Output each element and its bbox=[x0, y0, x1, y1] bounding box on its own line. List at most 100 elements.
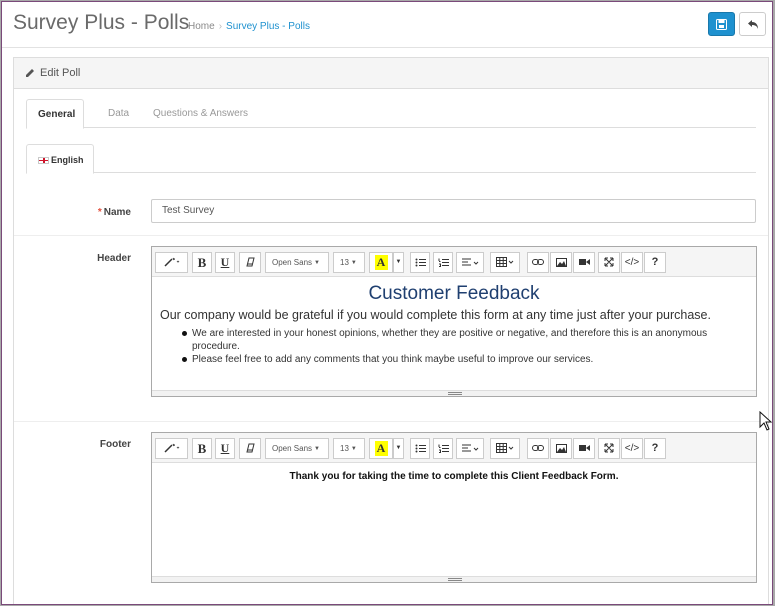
eraser-icon[interactable] bbox=[239, 438, 261, 459]
tab-questions-answers[interactable]: Questions & Answers bbox=[142, 99, 259, 128]
font-size-select[interactable]: 13 ▼ bbox=[333, 438, 365, 459]
image-icon[interactable] bbox=[550, 252, 572, 273]
bold-button[interactable]: B bbox=[192, 252, 212, 273]
breadcrumb-home[interactable]: Home bbox=[188, 21, 215, 32]
name-input[interactable]: Test Survey bbox=[151, 199, 756, 223]
font-family-value: Open Sans bbox=[272, 444, 313, 453]
font-family-value: Open Sans bbox=[272, 258, 313, 267]
footer-label: Footer bbox=[99, 439, 131, 450]
underline-button[interactable]: U bbox=[215, 438, 235, 459]
chevron-down-icon: ▼ bbox=[314, 446, 320, 452]
name-label-text: Name bbox=[103, 207, 131, 218]
chevron-down-icon: ▼ bbox=[314, 260, 320, 266]
app-window: Survey Plus - Polls Home › Survey Plus - P… bbox=[1, 1, 773, 605]
image-icon[interactable] bbox=[550, 438, 572, 459]
code-glyph: </> bbox=[624, 443, 640, 454]
tab-data[interactable]: Data bbox=[97, 99, 140, 128]
name-form-group: * Name Test Survey bbox=[14, 186, 768, 236]
editor-resize-handle[interactable] bbox=[152, 390, 756, 396]
chevron-down-icon: ▼ bbox=[350, 260, 357, 266]
highlight-icon: A bbox=[374, 255, 388, 270]
footer-editor-toolbar: B U Open Sans ▼ 13 ▼ A ▼ </> ? bbox=[152, 433, 756, 463]
paragraph-align-icon[interactable] bbox=[456, 438, 484, 459]
fullscreen-icon[interactable] bbox=[598, 438, 620, 459]
breadcrumb-separator: › bbox=[218, 21, 223, 32]
save-icon bbox=[716, 19, 727, 30]
flag-uk-icon bbox=[38, 157, 49, 164]
video-icon[interactable] bbox=[573, 438, 595, 459]
header-editor: B U Open Sans ▼ 13 ▼ A ▼ </> ? Customer … bbox=[151, 246, 757, 397]
help-button[interactable]: ? bbox=[644, 252, 666, 273]
font-family-select[interactable]: Open Sans ▼ bbox=[265, 252, 329, 273]
back-button[interactable] bbox=[739, 12, 766, 36]
chevron-down-icon: ▼ bbox=[395, 259, 402, 265]
eraser-icon[interactable] bbox=[239, 252, 261, 273]
footer-editor-content[interactable]: Thank you for taking the time to complet… bbox=[152, 471, 756, 584]
required-marker: * bbox=[97, 207, 102, 218]
pencil-icon bbox=[26, 69, 34, 77]
mouse-cursor-icon bbox=[759, 411, 772, 431]
header-content-list: We are interested in your honest opinion… bbox=[180, 327, 750, 366]
editor-resize-handle[interactable] bbox=[152, 576, 756, 582]
bold-glyph: B bbox=[197, 255, 207, 270]
help-button[interactable]: ? bbox=[644, 438, 666, 459]
code-view-icon[interactable]: </> bbox=[621, 438, 643, 459]
panel-title: Edit Poll bbox=[40, 67, 81, 79]
font-size-select[interactable]: 13 ▼ bbox=[333, 252, 365, 273]
chevron-down-icon: ▼ bbox=[350, 446, 357, 452]
link-icon[interactable] bbox=[527, 438, 549, 459]
name-label: * Name bbox=[98, 207, 131, 218]
bulleted-list-icon[interactable] bbox=[410, 438, 430, 459]
paragraph-align-icon[interactable] bbox=[456, 252, 484, 273]
link-icon[interactable] bbox=[527, 252, 549, 273]
magic-wand-icon[interactable] bbox=[155, 438, 188, 459]
font-size-value: 13 bbox=[340, 444, 349, 453]
header-form-group: Header B U Open Sans ▼ 13 ▼ A ▼ </> ? Cu… bbox=[14, 237, 768, 422]
header-label: Header bbox=[97, 253, 131, 264]
highlight-dropdown[interactable]: ▼ bbox=[393, 438, 404, 459]
footer-editor: B U Open Sans ▼ 13 ▼ A ▼ </> ? Thank you… bbox=[151, 432, 757, 583]
grip-icon bbox=[448, 392, 462, 395]
breadcrumb-current[interactable]: Survey Plus - Polls bbox=[226, 21, 310, 32]
list-item: Please feel free to add any comments tha… bbox=[180, 353, 750, 366]
header-content-title: Customer Feedback bbox=[368, 283, 540, 304]
language-tabs: English bbox=[26, 144, 756, 174]
underline-glyph: U bbox=[220, 441, 230, 455]
video-icon[interactable] bbox=[573, 252, 595, 273]
highlight-dropdown[interactable]: ▼ bbox=[393, 252, 404, 273]
numbered-list-icon[interactable] bbox=[433, 252, 453, 273]
code-view-icon[interactable]: </> bbox=[621, 252, 643, 273]
header-editor-toolbar: B U Open Sans ▼ 13 ▼ A ▼ </> ? bbox=[152, 247, 756, 277]
save-button[interactable] bbox=[708, 12, 735, 36]
chevron-down-icon: ▼ bbox=[395, 445, 402, 451]
underline-glyph: U bbox=[220, 255, 230, 269]
header-editor-content[interactable]: Customer Feedback Our company would be g… bbox=[152, 283, 756, 396]
bold-button[interactable]: B bbox=[192, 438, 212, 459]
bulleted-list-icon[interactable] bbox=[410, 252, 430, 273]
font-size-value: 13 bbox=[340, 258, 349, 267]
highlight-color-button[interactable]: A bbox=[369, 438, 393, 459]
panel-heading: Edit Poll bbox=[14, 58, 768, 89]
highlight-icon: A bbox=[374, 441, 388, 456]
footer-form-group: Footer B U Open Sans ▼ 13 ▼ A ▼ </> ? Th… bbox=[14, 423, 768, 604]
help-icon: ? bbox=[651, 256, 659, 268]
page-header: Survey Plus - Polls Home › Survey Plus - P… bbox=[2, 2, 772, 48]
header-content-paragraph: Our company would be grateful if you wou… bbox=[160, 308, 711, 322]
breadcrumb: Home › Survey Plus - Polls bbox=[188, 21, 310, 32]
code-glyph: </> bbox=[624, 257, 640, 268]
edit-poll-panel: Edit Poll General Data Questions & Answe… bbox=[13, 57, 769, 604]
fullscreen-icon[interactable] bbox=[598, 252, 620, 273]
footer-content-text: Thank you for taking the time to complet… bbox=[289, 471, 619, 482]
table-icon[interactable] bbox=[490, 438, 520, 459]
main-tabs: General Data Questions & Answers bbox=[26, 99, 756, 129]
numbered-list-icon[interactable] bbox=[433, 438, 453, 459]
grip-icon bbox=[448, 578, 462, 581]
underline-button[interactable]: U bbox=[215, 252, 235, 273]
magic-wand-icon[interactable] bbox=[155, 252, 188, 273]
font-family-select[interactable]: Open Sans ▼ bbox=[265, 438, 329, 459]
tab-general[interactable]: General bbox=[26, 99, 84, 129]
highlight-color-button[interactable]: A bbox=[369, 252, 393, 273]
table-icon[interactable] bbox=[490, 252, 520, 273]
tab-language-english[interactable]: English bbox=[26, 144, 94, 174]
page-title: Survey Plus - Polls bbox=[13, 11, 190, 34]
